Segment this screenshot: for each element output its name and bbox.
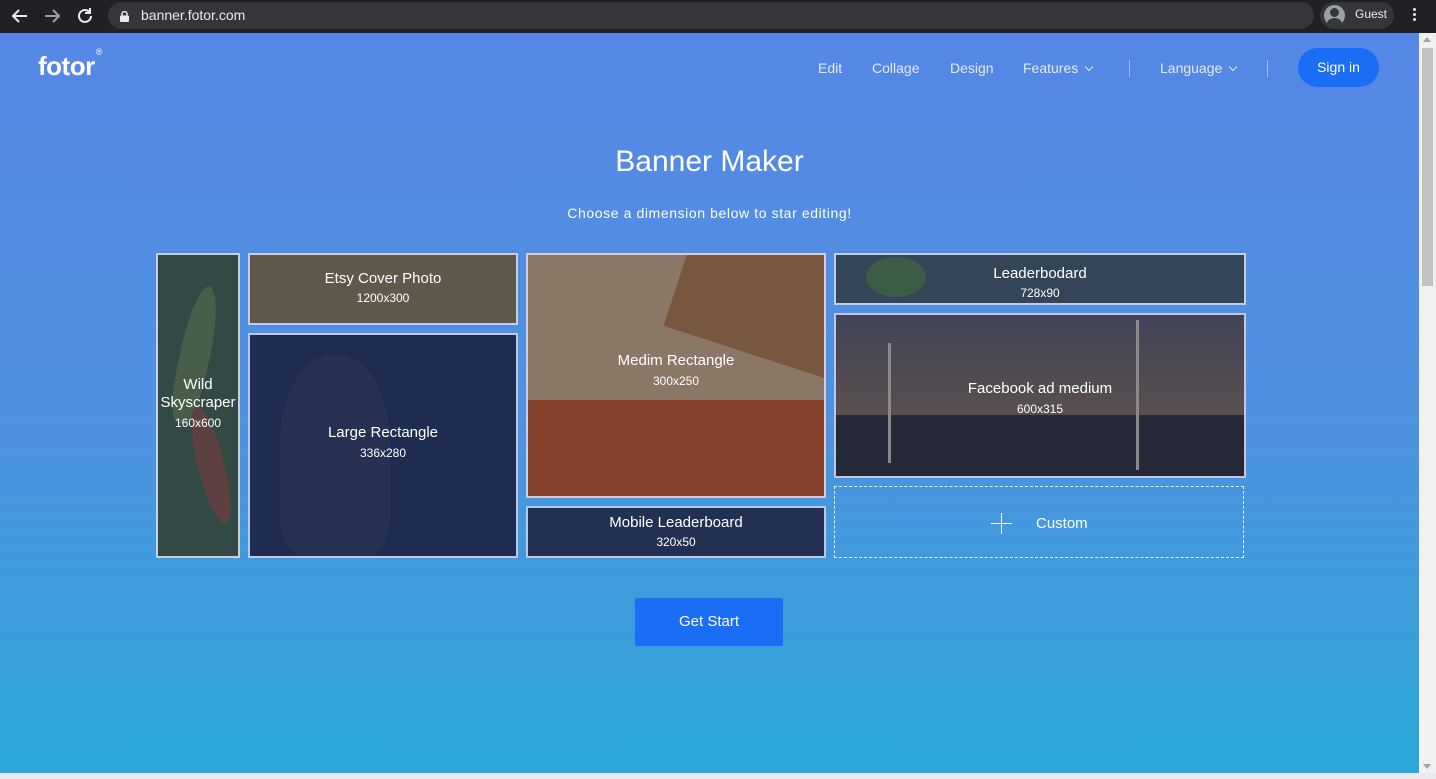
tile-mobile-leaderboard[interactable]: Mobile Leaderboard 320x50 <box>526 506 826 558</box>
tile-name: Leaderbodard <box>993 265 1087 282</box>
scrollbar-thumb[interactable] <box>1422 48 1433 286</box>
tile-name: Wild Skyscraper <box>160 376 236 411</box>
tile-etsy-cover-photo[interactable]: Etsy Cover Photo 1200x300 <box>248 253 518 325</box>
profile-icon <box>1324 5 1345 26</box>
tile-size: 320x50 <box>656 535 696 549</box>
reload-icon[interactable] <box>74 5 96 27</box>
nav-features-label: Features <box>1023 60 1079 76</box>
chevron-down-icon <box>1085 62 1094 72</box>
tile-large-rectangle[interactable]: Large Rectangle 336x280 <box>248 333 518 558</box>
tile-name: Facebook ad medium <box>967 380 1113 397</box>
bottom-edge <box>0 773 1436 779</box>
get-start-button[interactable]: Get Start <box>635 598 783 646</box>
address-bar[interactable]: banner.fotor.com <box>108 2 1314 29</box>
scroll-down-icon[interactable] <box>1423 764 1431 769</box>
forward-arrow-icon[interactable] <box>41 5 63 27</box>
lock-icon <box>120 9 129 22</box>
back-arrow-icon[interactable] <box>9 5 31 27</box>
page-subtitle: Choose a dimension below to star editing… <box>567 205 852 221</box>
vertical-scrollbar[interactable] <box>1419 33 1436 773</box>
tile-name: Medim Rectangle <box>617 352 735 369</box>
tile-name: Custom <box>1036 515 1088 532</box>
tile-size: 728x90 <box>1020 286 1060 300</box>
tile-wild-skyscraper[interactable]: Wild Skyscraper 160x600 <box>156 253 240 558</box>
plus-icon <box>991 513 1012 534</box>
nav-features[interactable]: Features <box>1023 60 1094 76</box>
tile-name: Mobile Leaderboard <box>609 514 743 531</box>
fotor-logo[interactable]: fotor® <box>38 47 102 82</box>
chevron-down-icon <box>1229 62 1238 72</box>
tile-facebook-ad-medium[interactable]: Facebook ad medium 600x315 <box>834 313 1246 478</box>
tile-size: 1200x300 <box>356 291 410 305</box>
page-viewport: fotor® Edit Collage Design Features Lang… <box>0 33 1419 773</box>
tile-name: Etsy Cover Photo <box>324 270 442 287</box>
tile-name: Large Rectangle <box>327 424 439 441</box>
profile-button[interactable]: Guest <box>1320 2 1394 29</box>
nav-divider <box>1129 60 1130 77</box>
scroll-up-icon[interactable] <box>1423 37 1431 42</box>
tile-medim-rectangle[interactable]: Medim Rectangle 300x250 <box>526 253 826 498</box>
nav-edit[interactable]: Edit <box>818 60 842 76</box>
nav-divider <box>1267 60 1268 77</box>
tile-custom[interactable]: Custom <box>834 486 1244 558</box>
browser-toolbar: banner.fotor.com Guest <box>0 0 1436 33</box>
url-text: banner.fotor.com <box>141 7 246 23</box>
tile-leaderboard[interactable]: Leaderbodard 728x90 <box>834 253 1246 305</box>
more-vert-icon[interactable] <box>1406 6 1422 26</box>
page-title: Banner Maker <box>615 145 804 178</box>
tile-size: 600x315 <box>1016 402 1064 416</box>
tile-size: 300x250 <box>652 374 700 388</box>
nav-collage[interactable]: Collage <box>872 60 919 76</box>
tile-size: 160x600 <box>174 416 222 430</box>
profile-label: Guest <box>1355 7 1388 21</box>
nav-language-label: Language <box>1160 60 1223 76</box>
tile-size: 336x280 <box>359 446 407 460</box>
signin-button[interactable]: Sign in <box>1298 48 1379 87</box>
nav-language[interactable]: Language <box>1160 60 1238 76</box>
nav-design[interactable]: Design <box>950 60 994 76</box>
